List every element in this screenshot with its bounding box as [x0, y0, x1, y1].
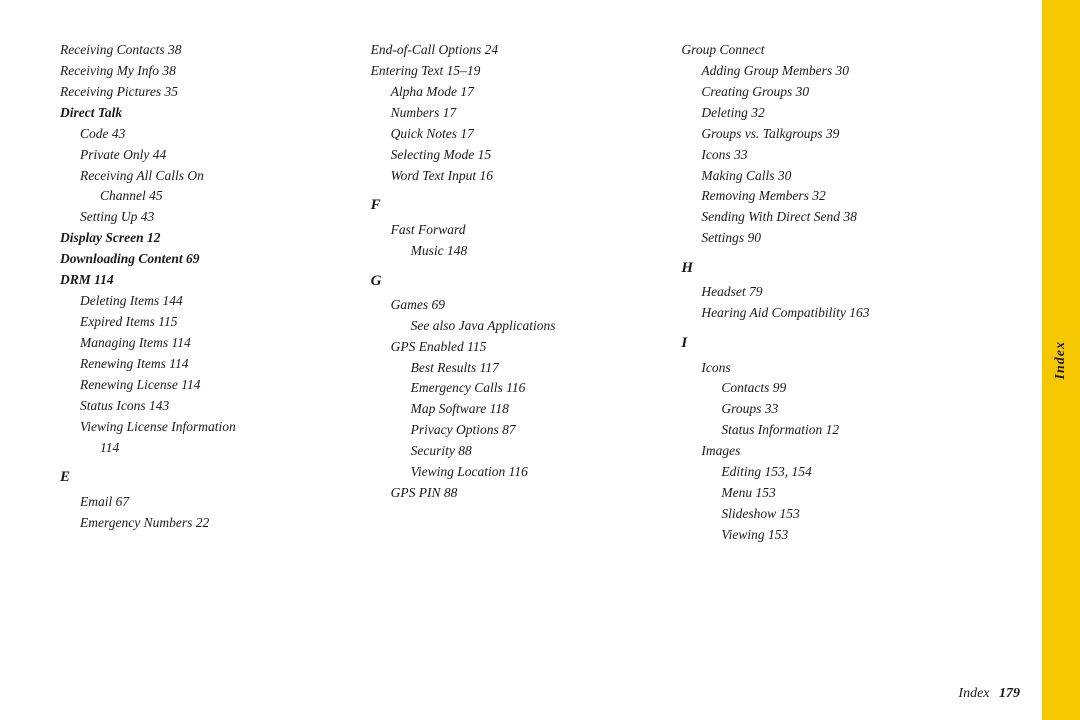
- list-item: Quick Notes 17: [371, 124, 662, 145]
- list-item: Groups 33: [681, 399, 972, 420]
- list-item: Group Connect: [681, 40, 972, 61]
- list-item: Groups vs. Talkgroups 39: [681, 124, 972, 145]
- list-item: GPS PIN 88: [371, 483, 662, 504]
- list-item: Receiving All Calls On: [60, 166, 351, 187]
- list-item: Alpha Mode 17: [371, 82, 662, 103]
- list-item: Channel 45: [60, 186, 351, 207]
- list-item: Receiving My Info 38: [60, 61, 351, 82]
- list-item: Removing Members 32: [681, 186, 972, 207]
- list-item: Status Icons 143: [60, 396, 351, 417]
- list-item: G: [371, 270, 662, 293]
- list-item: Word Text Input 16: [371, 166, 662, 187]
- list-item: H: [681, 257, 972, 280]
- list-item: I: [681, 332, 972, 355]
- list-item: Numbers 17: [371, 103, 662, 124]
- list-item: Downloading Content 69: [60, 249, 351, 270]
- columns-wrapper: Receiving Contacts 38Receiving My Info 3…: [60, 40, 1020, 680]
- list-item: Images: [681, 441, 972, 462]
- list-item: Map Software 118: [371, 399, 662, 420]
- footer: Index 179: [958, 686, 1020, 702]
- list-item: E: [60, 466, 351, 489]
- list-item: End-of-Call Options 24: [371, 40, 662, 61]
- list-item: Menu 153: [681, 483, 972, 504]
- list-item: Settings 90: [681, 228, 972, 249]
- list-item: Fast Forward: [371, 220, 662, 241]
- list-item: Icons: [681, 358, 972, 379]
- list-item: F: [371, 194, 662, 217]
- side-tab-label: Index: [1053, 341, 1069, 379]
- list-item: Games 69: [371, 295, 662, 316]
- list-item: Hearing Aid Compatibility 163: [681, 303, 972, 324]
- list-item: Emergency Calls 116: [371, 378, 662, 399]
- page-container: Index Receiving Contacts 38Receiving My …: [0, 0, 1080, 720]
- list-item: Renewing License 114: [60, 375, 351, 396]
- column-2: End-of-Call Options 24Entering Text 15–1…: [361, 40, 672, 680]
- list-item: Status Information 12: [681, 420, 972, 441]
- list-item: Security 88: [371, 441, 662, 462]
- list-item: Headset 79: [681, 282, 972, 303]
- list-item: Icons 33: [681, 145, 972, 166]
- list-item: Expired Items 115: [60, 312, 351, 333]
- list-item: Viewing License Information: [60, 417, 351, 438]
- footer-label: Index: [958, 686, 989, 701]
- list-item: 114: [60, 438, 351, 459]
- list-item: Managing Items 114: [60, 333, 351, 354]
- list-item: See also Java Applications: [371, 316, 662, 337]
- list-item: Sending With Direct Send 38: [681, 207, 972, 228]
- list-item: Deleting 32: [681, 103, 972, 124]
- footer-number: 179: [999, 686, 1020, 701]
- column-3: Group ConnectAdding Group Members 30Crea…: [671, 40, 982, 680]
- list-item: Best Results 117: [371, 358, 662, 379]
- list-item: Adding Group Members 30: [681, 61, 972, 82]
- list-item: DRM 114: [60, 270, 351, 291]
- list-item: Email 67: [60, 492, 351, 513]
- list-item: Privacy Options 87: [371, 420, 662, 441]
- list-item: Display Screen 12: [60, 228, 351, 249]
- column-1: Receiving Contacts 38Receiving My Info 3…: [60, 40, 361, 680]
- list-item: Selecting Mode 15: [371, 145, 662, 166]
- list-item: Code 43: [60, 124, 351, 145]
- list-item: Receiving Contacts 38: [60, 40, 351, 61]
- list-item: Slideshow 153: [681, 504, 972, 525]
- list-item: GPS Enabled 115: [371, 337, 662, 358]
- list-item: Music 148: [371, 241, 662, 262]
- list-item: Direct Talk: [60, 103, 351, 124]
- side-tab: Index: [1042, 0, 1080, 720]
- list-item: Deleting Items 144: [60, 291, 351, 312]
- list-item: Viewing Location 116: [371, 462, 662, 483]
- list-item: Renewing Items 114: [60, 354, 351, 375]
- list-item: Private Only 44: [60, 145, 351, 166]
- list-item: Viewing 153: [681, 525, 972, 546]
- list-item: Setting Up 43: [60, 207, 351, 228]
- list-item: Receiving Pictures 35: [60, 82, 351, 103]
- list-item: Making Calls 30: [681, 166, 972, 187]
- list-item: Creating Groups 30: [681, 82, 972, 103]
- list-item: Emergency Numbers 22: [60, 513, 351, 534]
- list-item: Contacts 99: [681, 378, 972, 399]
- list-item: Editing 153, 154: [681, 462, 972, 483]
- list-item: Entering Text 15–19: [371, 61, 662, 82]
